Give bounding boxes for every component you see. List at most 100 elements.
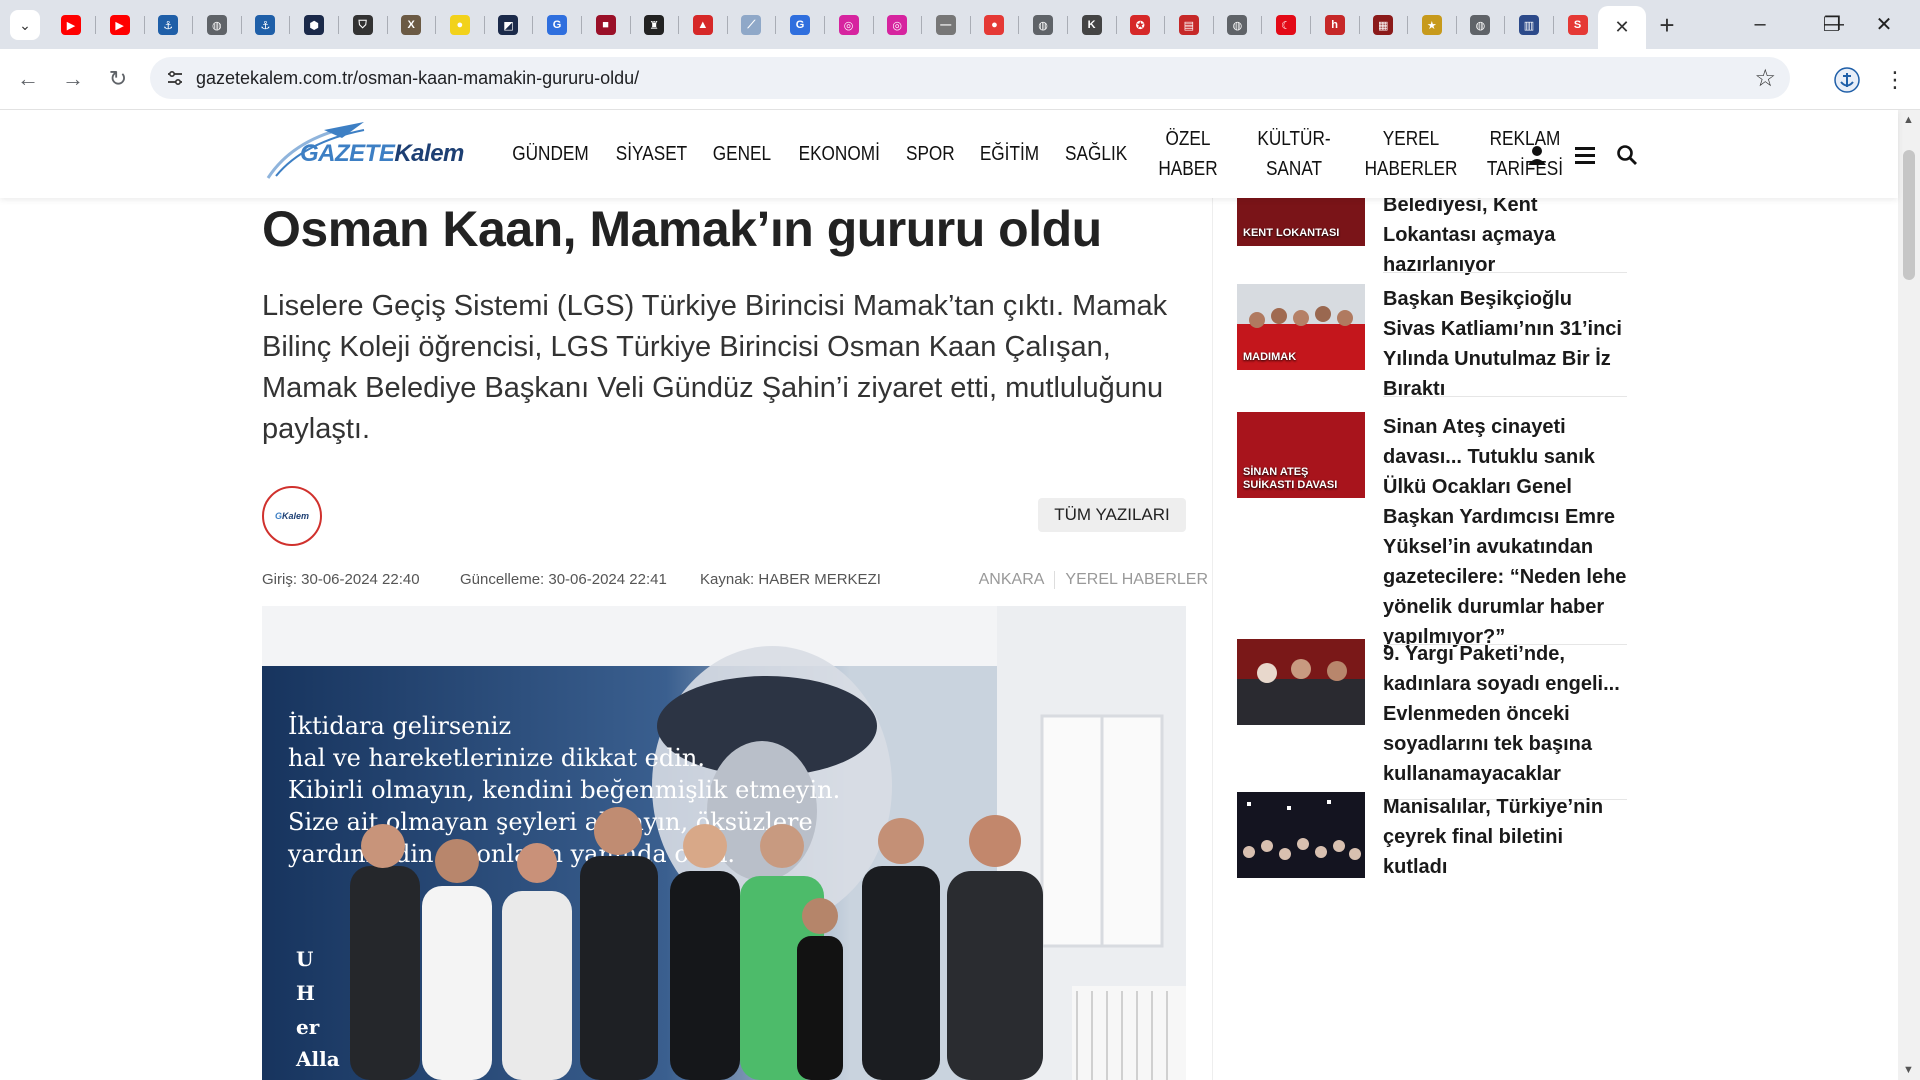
nav-item-saglik[interactable]: SAĞLIK: [1065, 139, 1127, 169]
yellow-circle-icon: ●: [449, 15, 470, 35]
address-bar[interactable]: gazetekalem.com.tr/osman-kaan-mamakin-gu…: [150, 57, 1790, 99]
youtube-icon: ▶: [109, 15, 130, 35]
page-viewport: Osman Kaan, Mamak’ın gururu oldu Liseler…: [0, 110, 1920, 1080]
tab-separator: [1310, 16, 1311, 34]
close-icon[interactable]: ✕: [1614, 17, 1629, 38]
tab-separator: [726, 16, 728, 34]
tab-19[interactable]: —: [935, 14, 957, 36]
nav-item-gundem[interactable]: GÜNDEM: [512, 139, 588, 169]
tab-23[interactable]: ✪: [1129, 14, 1151, 36]
tab-8[interactable]: X: [400, 14, 422, 36]
browser-menu-button[interactable]: ⋮: [1880, 63, 1910, 97]
tab-search-button[interactable]: ⌄: [10, 10, 40, 40]
news-thumbnail[interactable]: MADIMAK: [1237, 284, 1365, 370]
tab-17[interactable]: ◎: [838, 14, 860, 36]
close-window-button[interactable]: ✕: [1848, 0, 1920, 49]
user-icon[interactable]: [1522, 140, 1552, 170]
tab-3[interactable]: ⚓: [157, 14, 179, 36]
tab-13[interactable]: ♜: [643, 14, 665, 36]
tab-28[interactable]: ▦: [1372, 14, 1394, 36]
active-tab[interactable]: ✕: [1598, 6, 1646, 49]
profile-anchor-icon: [1834, 67, 1860, 93]
minimize-button-2[interactable]: –: [1724, 0, 1796, 49]
tab-separator: [1164, 16, 1166, 34]
forward-button[interactable]: →: [55, 61, 91, 97]
tab-32[interactable]: S: [1567, 14, 1589, 36]
tab-separator: [240, 16, 242, 34]
tab-separator: [872, 16, 874, 34]
site-info-button[interactable]: [162, 65, 188, 91]
tab-6[interactable]: ⬢: [303, 14, 325, 36]
scroll-up-icon[interactable]: ▲: [1903, 114, 1914, 126]
browser-toolbar: ← → ↻ gazetekalem.com.tr/osman-kaan-mama…: [0, 49, 1920, 110]
tab-12[interactable]: ■: [595, 14, 617, 36]
scroll-down-icon[interactable]: ▼: [1903, 1064, 1914, 1076]
sidebar-news-title[interactable]: Manisalılar, Türkiye’nin çeyrek final bi…: [1383, 792, 1627, 882]
tab-2[interactable]: ▶: [109, 14, 131, 36]
category-yerel-haberler[interactable]: YEREL HABERLER: [1065, 571, 1208, 588]
nav-item-ekonomi[interactable]: EKONOMİ: [798, 139, 879, 169]
new-tab-button[interactable]: +: [1652, 10, 1682, 40]
thumbnail-caption: MADIMAK: [1243, 351, 1297, 363]
sidebar-divider-line: [1383, 272, 1627, 273]
site-logo[interactable]: GAZETEKalem: [264, 118, 474, 186]
all-posts-button[interactable]: TÜM YAZILARI: [1038, 498, 1186, 532]
sidebar-news-title[interactable]: 9. Yargı Paketi’nde, kadınlara soyadı en…: [1383, 639, 1627, 789]
back-button[interactable]: ←: [10, 61, 46, 97]
turkey-flag-icon: ☾: [1276, 15, 1296, 35]
youtube-icon: ▶: [61, 15, 81, 35]
mountain-icon: ▲: [692, 15, 713, 35]
anchor-icon: ⚓: [158, 15, 179, 35]
tab-22[interactable]: K: [1081, 14, 1103, 36]
tab-15[interactable]: ⟋: [740, 14, 762, 36]
news-thumbnail[interactable]: [1237, 792, 1365, 878]
tab-24[interactable]: ▤: [1178, 14, 1200, 36]
logo-gazete-text: GAZETE: [300, 140, 395, 167]
nav-item-yerel-haberler[interactable]: YEREL HABERLER: [1360, 124, 1461, 184]
profile-button[interactable]: [1830, 63, 1864, 97]
tab-separator: [1212, 16, 1214, 34]
category-ankara[interactable]: ANKARA: [979, 571, 1045, 588]
reload-button[interactable]: ↻: [100, 61, 136, 97]
tab-4[interactable]: ◍: [206, 14, 228, 36]
nav-item-kultur-sanat[interactable]: KÜLTÜR- SANAT: [1244, 124, 1344, 184]
sidebar-news-title[interactable]: Başkan Beşikçioğlu Sivas Katliamı’nın 31…: [1383, 284, 1627, 404]
tab-9[interactable]: ●: [449, 14, 471, 36]
sidebar-news-title[interactable]: Sinan Ateş cinayeti davası... Tutuklu sa…: [1383, 412, 1627, 652]
page-scrollbar[interactable]: ▲ ▼: [1898, 110, 1920, 1080]
tab-30[interactable]: ◍: [1469, 14, 1491, 36]
nav-item-ozel-haber[interactable]: ÖZEL HABER: [1147, 124, 1230, 184]
arrow-right-icon: →: [62, 66, 84, 91]
tab-5[interactable]: ⚓: [254, 14, 276, 36]
nav-item-egitim[interactable]: EĞİTİM: [980, 139, 1039, 169]
tab-29[interactable]: ★: [1421, 14, 1443, 36]
scroll-thumb[interactable]: [1903, 150, 1915, 280]
nav-item-spor[interactable]: SPOR: [906, 139, 955, 169]
tab-11[interactable]: G: [546, 14, 568, 36]
bookmark-star-icon[interactable]: ☆: [1754, 64, 1776, 93]
tab-25[interactable]: ◍: [1226, 14, 1248, 36]
tab-separator: [1115, 16, 1117, 34]
nav-item-siyaset[interactable]: SİYASET: [616, 139, 687, 169]
nav-item-genel[interactable]: GENEL: [713, 139, 771, 169]
author-avatar[interactable]: GKalem: [262, 486, 322, 546]
news-thumbnail[interactable]: SİNAN ATEŞ SUİKASTI DAVASI: [1237, 412, 1365, 498]
tab-separator: [1067, 16, 1068, 34]
tab-separator: [1407, 16, 1409, 34]
tab-18[interactable]: ◎: [886, 14, 908, 36]
url-text[interactable]: gazetekalem.com.tr/osman-kaan-mamakin-gu…: [196, 68, 639, 89]
tab-16[interactable]: G: [789, 14, 811, 36]
hamburger-menu-icon[interactable]: [1570, 140, 1600, 170]
svg-text:H: H: [296, 981, 315, 1005]
tab-21[interactable]: ◍: [1032, 14, 1054, 36]
news-thumbnail[interactable]: [1237, 639, 1365, 725]
tab-31[interactable]: ▥: [1518, 14, 1540, 36]
search-icon[interactable]: [1612, 140, 1642, 170]
tab-27[interactable]: h: [1324, 14, 1346, 36]
tab-1[interactable]: ▶: [60, 14, 82, 36]
tab-7[interactable]: ⛉: [352, 14, 374, 36]
tab-20[interactable]: ●: [983, 14, 1005, 36]
tab-26[interactable]: ☾: [1275, 14, 1297, 36]
tab-10[interactable]: ◩: [497, 14, 519, 36]
tab-14[interactable]: ▲: [692, 14, 714, 36]
